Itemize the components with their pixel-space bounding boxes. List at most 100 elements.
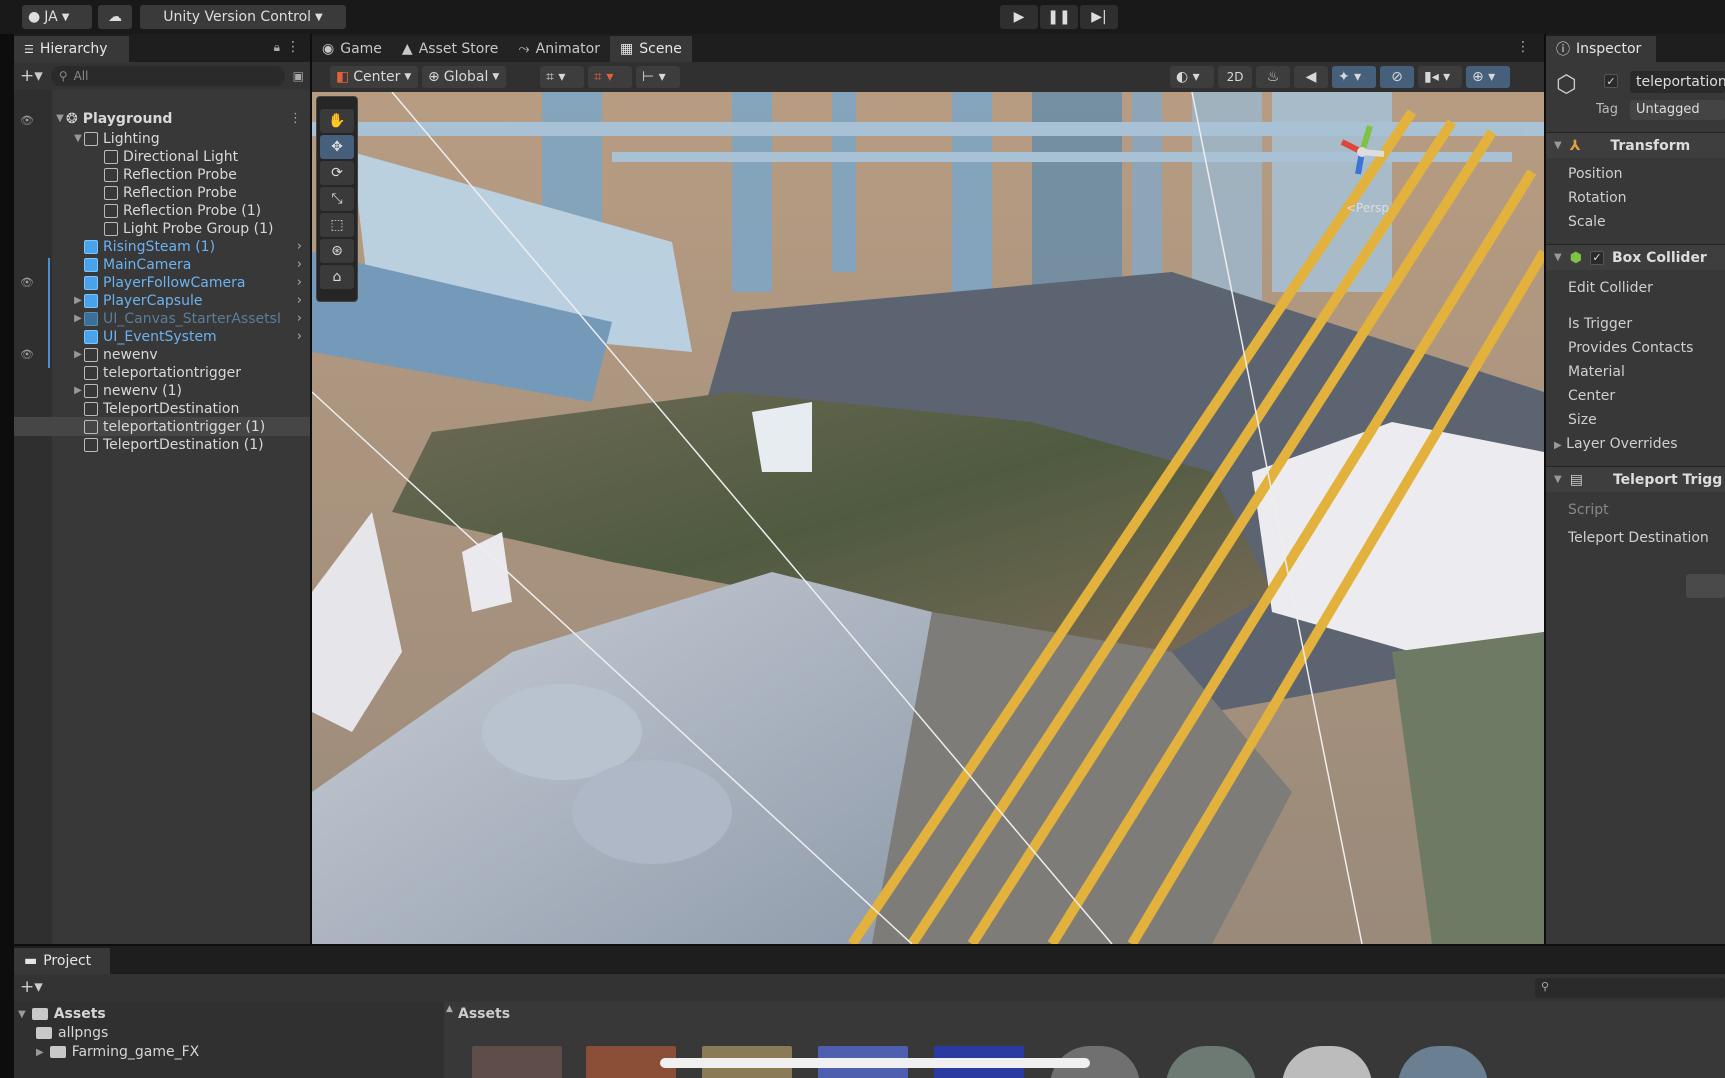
material-sphere-thumbnail[interactable]	[1398, 1046, 1488, 1078]
hierarchy-item[interactable]: Reflection Probe (1)	[14, 201, 310, 220]
more-icon[interactable]: ⋮	[286, 39, 300, 55]
hierarchy-item[interactable]: Reflection Probe	[14, 183, 310, 202]
visibility-icon[interactable]: 👁︎	[20, 114, 40, 127]
play-button[interactable]: ▶	[1000, 5, 1038, 29]
hierarchy-scene-root[interactable]: ▼ ❂ Playground ⋮	[54, 109, 310, 128]
hierarchy-item-label: Reflection Probe	[123, 166, 237, 183]
hierarchy-item[interactable]: Directional Light	[14, 147, 310, 166]
move-tool-button[interactable]: ✥	[320, 135, 354, 159]
hierarchy-item-label: Reflection Probe	[123, 184, 237, 201]
hierarchy-item[interactable]: teleportationtrigger	[14, 363, 310, 382]
gizmos-dropdown[interactable]: ⊕ ▾	[1466, 66, 1510, 88]
hierarchy-item[interactable]: ▶ newenv (1)	[14, 381, 310, 400]
teleport-trigger-header[interactable]: ▼ ▤ Teleport Trigg	[1546, 466, 1725, 492]
tab-label: Animator	[535, 41, 600, 57]
hierarchy-item[interactable]: teleportationtrigger (1)	[14, 417, 310, 436]
hierarchy-search-input[interactable]: ⚲ All	[50, 66, 285, 86]
box-collider-header[interactable]: ▼ ⬢ ✓ Box Collider	[1546, 244, 1725, 270]
shading-mode-button[interactable]: ◐ ▾	[1170, 66, 1214, 88]
pivot-space-dropdown[interactable]: ⊕ Global ▼	[422, 66, 506, 88]
tab-asset-store[interactable]: ▲ Asset Store	[391, 36, 509, 62]
open-prefab-chevron-icon[interactable]: ›	[297, 311, 302, 326]
audio-toggle[interactable]: ◀︎	[1294, 66, 1328, 88]
add-component-button[interactable]	[1686, 574, 1725, 598]
custom-tool-button[interactable]: ⌂	[320, 265, 354, 289]
material-sphere-thumbnail[interactable]	[1282, 1046, 1372, 1078]
gameobject-cube-icon	[104, 203, 118, 218]
expand-arrow-icon[interactable]: ▶	[72, 349, 84, 360]
more-icon[interactable]: ⋮	[1516, 39, 1530, 55]
open-prefab-chevron-icon[interactable]: ›	[297, 329, 302, 344]
hierarchy-item[interactable]: TeleportDestination	[14, 399, 310, 418]
tab-animator[interactable]: ⤳ Animator	[508, 36, 610, 62]
hierarchy-item-label: Lighting	[103, 130, 160, 147]
tab-project[interactable]: ▬ Project	[14, 948, 110, 974]
rotate-tool-button[interactable]: ⟳	[320, 161, 354, 185]
hierarchy-item[interactable]: UI_EventSystem ›	[14, 327, 310, 346]
tag-dropdown[interactable]: Untagged	[1630, 100, 1725, 120]
hierarchy-item[interactable]: Light Probe Group (1)	[14, 219, 310, 238]
tab-inspector[interactable]: ⓘ Inspector	[1546, 36, 1656, 62]
expand-arrow-icon[interactable]: ▼	[54, 113, 66, 124]
folder-farming-game-fx[interactable]: ▶ Farming_game_FX	[36, 1042, 199, 1062]
tab-hierarchy[interactable]: ☰ Hierarchy	[14, 36, 129, 62]
component-enabled-checkbox[interactable]: ✓	[1589, 250, 1604, 265]
lighting-toggle[interactable]: ♨	[1256, 66, 1290, 88]
open-prefab-chevron-icon[interactable]: ›	[297, 257, 302, 272]
increment-snap-button[interactable]: ⌗ ▾	[588, 66, 632, 88]
view-tool-button[interactable]: ✋	[320, 109, 354, 133]
active-checkbox[interactable]: ✓	[1604, 74, 1618, 88]
hierarchy-item[interactable]: MainCamera ›	[14, 255, 310, 274]
scene-filter-icon[interactable]: ▣	[293, 69, 304, 83]
layer-overrides-foldout[interactable]: ▶ Layer Overrides	[1554, 436, 1678, 452]
hierarchy-item[interactable]: ▼ Lighting	[14, 129, 310, 148]
expand-arrow-icon: ▼	[1554, 140, 1562, 151]
expand-arrow-icon[interactable]: ▶	[72, 385, 84, 396]
align-button[interactable]: ⊢ ▾	[636, 66, 680, 88]
open-prefab-chevron-icon[interactable]: ›	[297, 293, 302, 308]
tab-scene[interactable]: ▦ Scene	[610, 36, 692, 62]
pause-button[interactable]: ❚❚	[1040, 5, 1078, 29]
scroll-up-icon[interactable]: ▲	[446, 1004, 453, 1014]
open-prefab-chevron-icon[interactable]: ›	[297, 239, 302, 254]
scene-viewport[interactable]: <Persp ✋ ✥ ⟳ ⤡ ⬚ ⊛ ⌂	[312, 92, 1544, 944]
transform-tool-button[interactable]: ⊛	[320, 239, 354, 263]
toggle-2d-button[interactable]: 2D	[1218, 66, 1252, 88]
lock-icon[interactable]: 🔒︎	[274, 40, 280, 55]
hierarchy-item[interactable]: Reflection Probe	[14, 165, 310, 184]
add-icon[interactable]: +▾	[20, 977, 43, 997]
step-button[interactable]: ▶|	[1080, 5, 1118, 29]
hierarchy-item[interactable]: TeleportDestination (1)	[14, 435, 310, 454]
object-name-field[interactable]: teleportation	[1630, 71, 1725, 93]
expand-arrow-icon[interactable]: ▼	[72, 133, 84, 144]
hierarchy-item[interactable]: ▶ PlayerCapsule ›	[14, 291, 310, 310]
folder-assets[interactable]: ▼ Assets	[18, 1004, 106, 1024]
grid-snapping-button[interactable]: ⌗ ▾	[540, 66, 584, 88]
tab-game[interactable]: ◉ Game	[312, 36, 392, 62]
expand-arrow-icon[interactable]: ▶	[72, 295, 84, 306]
rect-tool-button[interactable]: ⬚	[320, 213, 354, 237]
expand-arrow-icon[interactable]: ▶	[72, 313, 84, 324]
hierarchy-item[interactable]: ▶ newenv	[14, 345, 310, 364]
transform-header[interactable]: ▼ ⅄ Transform	[1546, 132, 1725, 158]
gizmo-persp-label[interactable]: <Persp	[1346, 201, 1389, 215]
asset-thumbnail[interactable]	[472, 1046, 562, 1078]
hierarchy-item[interactable]: PlayerFollowCamera ›	[14, 273, 310, 292]
open-prefab-chevron-icon[interactable]: ›	[297, 275, 302, 290]
project-search-input[interactable]: ⚲	[1535, 978, 1725, 998]
account-button[interactable]: ● JA ▼	[22, 5, 92, 29]
pivot-mode-dropdown[interactable]: ◧ Center ▼	[330, 66, 418, 88]
effects-dropdown[interactable]: ✦ ▾	[1332, 66, 1376, 88]
assets-breadcrumb[interactable]: Assets	[458, 1006, 510, 1022]
hidden-objects-toggle[interactable]: ⊘	[1380, 66, 1414, 88]
version-control-button[interactable]: Unity Version Control ▼	[140, 5, 346, 29]
hierarchy-item[interactable]: RisingSteam (1) ›	[14, 237, 310, 256]
folder-allpngs[interactable]: allpngs	[36, 1023, 108, 1043]
hierarchy-item[interactable]: ▶ UI_Canvas_StarterAssetsI ›	[14, 309, 310, 328]
add-icon[interactable]: +▾	[20, 66, 43, 86]
material-sphere-thumbnail[interactable]	[1166, 1046, 1256, 1078]
cloud-button[interactable]: ☁	[98, 5, 132, 29]
more-icon[interactable]: ⋮	[289, 111, 302, 126]
scale-tool-button[interactable]: ⤡	[320, 187, 354, 211]
camera-settings-dropdown[interactable]: ▮◂ ▾	[1418, 66, 1462, 88]
